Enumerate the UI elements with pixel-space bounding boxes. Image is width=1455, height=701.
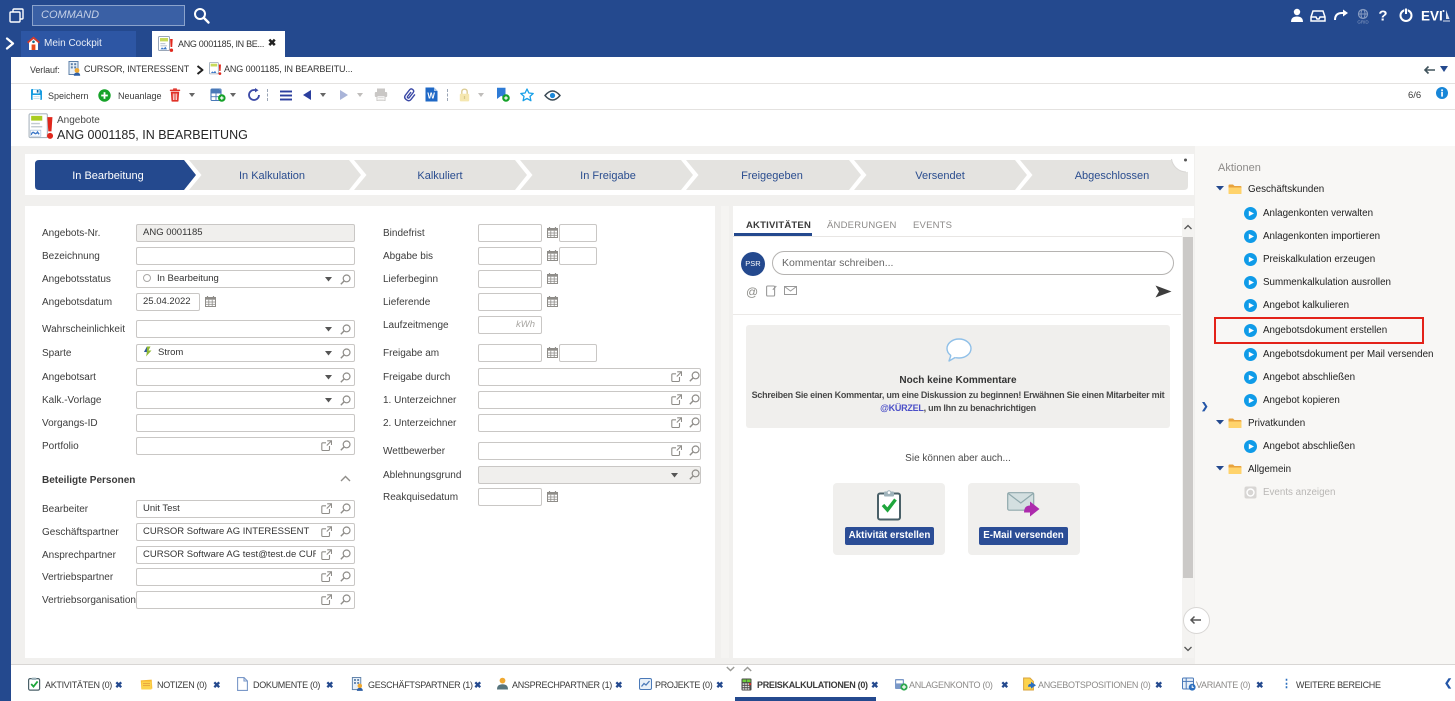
- svg-text:In Bearbeitung: In Bearbeitung: [72, 170, 144, 182]
- svg-text:Kalkuliert: Kalkuliert: [417, 170, 462, 182]
- svg-text:In Kalkulation: In Kalkulation: [239, 170, 305, 182]
- svg-text:Freigegeben: Freigegeben: [741, 170, 803, 182]
- svg-text:GRID: GRID: [1357, 20, 1369, 25]
- svg-text:W: W: [427, 92, 435, 101]
- svg-text:Abgeschlossen: Abgeschlossen: [1075, 170, 1150, 182]
- svg-text:In Freigabe: In Freigabe: [580, 170, 636, 182]
- svg-text:?: ?: [1378, 8, 1387, 25]
- svg-text:EVI: EVI: [1421, 9, 1443, 24]
- svg-text:Versendet: Versendet: [915, 170, 965, 182]
